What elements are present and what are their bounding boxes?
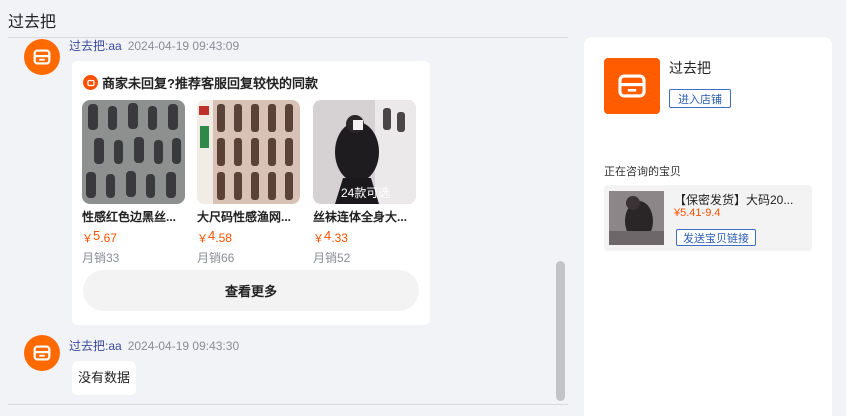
product-sales: 月销66 [197, 251, 235, 265]
product-price: ￥4.58 [197, 228, 301, 247]
product-name[interactable]: 性感红色边黑丝... [82, 208, 186, 225]
product-overlay-text: 24款可选 [341, 186, 391, 200]
price-decimal: .58 [215, 231, 232, 245]
divider [8, 404, 568, 405]
store-icon[interactable] [24, 335, 60, 371]
product-name[interactable]: 大尺码性感渔网... [197, 208, 301, 225]
product-item[interactable]: 24款可选 丝袜连体全身大... ￥4.33 月销52 [313, 100, 417, 266]
sender-name: 过去把:aa [69, 39, 122, 53]
chat-scrollbar[interactable] [556, 261, 565, 401]
price-currency: ￥ [82, 233, 93, 245]
enter-shop-button[interactable]: 进入店铺 [669, 89, 731, 108]
store-icon[interactable] [604, 58, 660, 114]
product-image[interactable] [82, 100, 185, 204]
price-decimal: .33 [331, 231, 348, 245]
send-item-link-button[interactable]: 发送宝贝链接 [676, 229, 756, 246]
see-more-button[interactable]: 查看更多 [83, 270, 419, 311]
consulting-item-title[interactable]: 【保密发货】大码20... [674, 191, 793, 208]
product-name[interactable]: 丝袜连体全身大... [313, 208, 417, 225]
consulting-label: 正在咨询的宝贝 [604, 166, 681, 178]
price-decimal: .67 [100, 231, 117, 245]
card-heading-text: 商家未回复?推荐客服回复较快的同款 [102, 76, 318, 91]
sender-name: 过去把:aa [69, 339, 122, 353]
price-currency: ￥ [197, 233, 208, 245]
product-sales: 月销52 [313, 251, 351, 265]
message-time: 2024-04-19 09:43:09 [127, 39, 240, 53]
product-sales: 月销33 [82, 251, 120, 265]
shop-name: 过去把 [669, 60, 711, 76]
product-image[interactable]: 24款可选 [313, 100, 416, 204]
product-item[interactable]: 大尺码性感渔网... ￥4.58 月销66 [197, 100, 301, 266]
shop-info-panel: 过去把 进入店铺 正在咨询的宝贝 【保密发货】大码20... ¥5.41-9.4… [584, 37, 832, 416]
consulting-item-price: ¥5.41-9.4 [674, 207, 721, 219]
message-meta: 过去把:aa 2024-04-19 09:43:30 [69, 337, 239, 354]
product-price: ￥4.33 [313, 228, 417, 247]
page-title: 过去把 [8, 14, 57, 31]
product-image[interactable] [197, 100, 300, 204]
recommend-icon [83, 75, 98, 90]
consulting-item-image[interactable] [609, 191, 664, 245]
product-item[interactable]: 性感红色边黑丝... ￥5.67 月销33 [82, 100, 186, 266]
product-price: ￥5.67 [82, 228, 186, 247]
message-time: 2024-04-19 09:43:30 [127, 339, 240, 353]
card-heading: 商家未回复?推荐客服回复较快的同款 [83, 73, 318, 92]
store-icon[interactable] [24, 39, 60, 75]
message-bubble: 没有数据 [72, 361, 137, 395]
consulting-item[interactable]: 【保密发货】大码20... ¥5.41-9.4 发送宝贝链接 [604, 185, 812, 251]
recommend-card: 商家未回复?推荐客服回复较快的同款 性感红色边黑丝... ￥5.67 月销33 [72, 61, 430, 325]
price-currency: ￥ [313, 233, 324, 245]
message-meta: 过去把:aa 2024-04-19 09:43:09 [69, 37, 239, 54]
